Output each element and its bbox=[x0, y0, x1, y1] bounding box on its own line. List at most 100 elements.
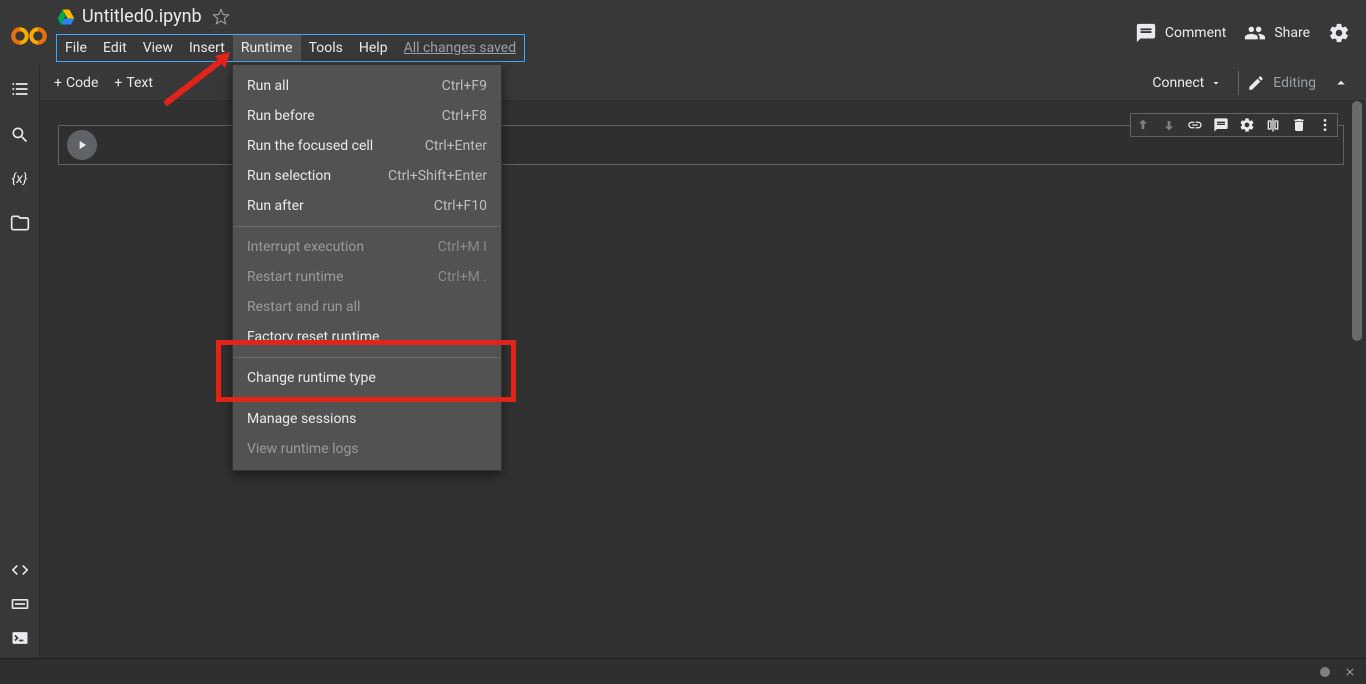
pencil-icon bbox=[1247, 74, 1265, 92]
search-icon[interactable] bbox=[10, 125, 30, 145]
editing-label: Editing bbox=[1273, 75, 1316, 91]
cell-toolbar bbox=[1130, 113, 1338, 137]
connect-label: Connect bbox=[1152, 75, 1204, 91]
label: View runtime logs bbox=[247, 441, 359, 457]
shortcut: Ctrl+F10 bbox=[434, 198, 487, 214]
label: Restart and run all bbox=[247, 299, 360, 315]
menu-run-selection[interactable]: Run selection Ctrl+Shift+Enter bbox=[233, 161, 501, 191]
label: Run before bbox=[247, 108, 315, 124]
label: Run selection bbox=[247, 168, 331, 184]
menu-run-before[interactable]: Run before Ctrl+F8 bbox=[233, 101, 501, 131]
header-right: Comment Share bbox=[1135, 0, 1356, 65]
delete-icon[interactable] bbox=[1291, 117, 1307, 133]
run-button[interactable] bbox=[67, 130, 97, 160]
menu-view-runtime-logs: View runtime logs bbox=[233, 434, 501, 464]
comment-icon bbox=[1135, 22, 1157, 44]
label: Interrupt execution bbox=[247, 239, 364, 255]
separator bbox=[233, 226, 501, 227]
code-snippets-icon[interactable] bbox=[10, 560, 30, 580]
menu-factory-reset[interactable]: Factory reset runtime bbox=[233, 322, 501, 352]
files-icon[interactable] bbox=[10, 213, 30, 233]
title-row: Untitled0.ipynb bbox=[52, 2, 1135, 32]
collapse-button[interactable] bbox=[1328, 70, 1354, 96]
settings-button[interactable] bbox=[1328, 22, 1350, 44]
close-icon[interactable] bbox=[1344, 666, 1356, 678]
shortcut: Ctrl+Enter bbox=[425, 138, 487, 154]
toolbar: + Code + Text Connect Editing bbox=[0, 65, 1366, 101]
cell-settings-icon[interactable] bbox=[1239, 117, 1255, 133]
add-comment-icon[interactable] bbox=[1213, 117, 1229, 133]
shortcut: Ctrl+F8 bbox=[442, 108, 487, 124]
menu-edit[interactable]: Edit bbox=[95, 35, 135, 61]
shortcut: Ctrl+M . bbox=[438, 269, 487, 285]
label: Factory reset runtime bbox=[247, 329, 379, 345]
mirror-cell-icon[interactable] bbox=[1265, 117, 1281, 133]
menu-runtime[interactable]: Runtime bbox=[233, 35, 301, 61]
plus-icon: + bbox=[54, 75, 62, 91]
text-label: Text bbox=[126, 75, 153, 91]
add-code-button[interactable]: + Code bbox=[46, 71, 106, 95]
share-icon bbox=[1244, 22, 1266, 44]
shortcut: Ctrl+Shift+Enter bbox=[388, 168, 487, 184]
status-icon bbox=[1320, 667, 1330, 677]
menu-restart-run-all: Restart and run all bbox=[233, 292, 501, 322]
menu-restart: Restart runtime Ctrl+M . bbox=[233, 262, 501, 292]
scrollbar[interactable] bbox=[1352, 101, 1364, 658]
menu-help[interactable]: Help bbox=[351, 35, 396, 61]
bottom-bar bbox=[0, 658, 1366, 684]
document-title[interactable]: Untitled0.ipynb bbox=[82, 6, 202, 27]
menu-view[interactable]: View bbox=[135, 35, 181, 61]
menubar-highlight: File Edit View Insert Runtime Tools Help… bbox=[56, 34, 525, 62]
move-up-icon[interactable] bbox=[1135, 117, 1151, 133]
save-status[interactable]: All changes saved bbox=[396, 35, 525, 61]
play-icon bbox=[75, 138, 89, 152]
chevron-up-icon bbox=[1332, 74, 1350, 92]
toc-icon[interactable] bbox=[10, 79, 30, 99]
plus-icon: + bbox=[114, 75, 122, 91]
label: Run the focused cell bbox=[247, 138, 373, 154]
more-icon[interactable] bbox=[1317, 117, 1333, 133]
menu-run-all[interactable]: Run all Ctrl+F9 bbox=[233, 71, 501, 101]
share-label: Share bbox=[1274, 25, 1310, 41]
move-down-icon[interactable] bbox=[1161, 117, 1177, 133]
terminal-icon[interactable] bbox=[10, 628, 30, 648]
label: Run after bbox=[247, 198, 304, 214]
menu-change-runtime-type[interactable]: Change runtime type bbox=[233, 363, 501, 393]
runtime-dropdown: Run all Ctrl+F9 Run before Ctrl+F8 Run t… bbox=[232, 64, 502, 471]
comment-label: Comment bbox=[1165, 25, 1226, 41]
colab-logo[interactable] bbox=[6, 0, 52, 65]
connect-button[interactable]: Connect bbox=[1144, 71, 1230, 95]
label: Run all bbox=[247, 78, 289, 94]
menu-insert[interactable]: Insert bbox=[181, 35, 233, 61]
variables-icon[interactable]: {x} bbox=[12, 171, 28, 187]
drive-icon bbox=[56, 7, 76, 27]
separator bbox=[233, 357, 501, 358]
menu-manage-sessions[interactable]: Manage sessions bbox=[233, 404, 501, 434]
label: Restart runtime bbox=[247, 269, 344, 285]
gear-icon bbox=[1328, 22, 1350, 44]
separator bbox=[1238, 71, 1239, 95]
menu-tools[interactable]: Tools bbox=[301, 35, 351, 61]
command-palette-icon[interactable] bbox=[10, 594, 30, 614]
link-icon[interactable] bbox=[1187, 117, 1203, 133]
scrollbar-thumb[interactable] bbox=[1352, 101, 1362, 341]
label: Change runtime type bbox=[247, 370, 376, 386]
shortcut: Ctrl+M I bbox=[438, 239, 487, 255]
add-text-button[interactable]: + Text bbox=[106, 71, 161, 95]
editing-mode[interactable]: Editing bbox=[1247, 74, 1316, 92]
star-icon[interactable] bbox=[212, 8, 230, 26]
separator bbox=[233, 398, 501, 399]
share-button[interactable]: Share bbox=[1244, 22, 1310, 44]
menubar: File Edit View Insert Runtime Tools Help… bbox=[52, 32, 1135, 64]
shortcut: Ctrl+F9 bbox=[442, 78, 487, 94]
header-center: Untitled0.ipynb File Edit View Insert Ru… bbox=[52, 0, 1135, 65]
caret-down-icon bbox=[1210, 77, 1222, 89]
comment-button[interactable]: Comment bbox=[1135, 22, 1226, 44]
label: Manage sessions bbox=[247, 411, 356, 427]
left-rail-bottom bbox=[0, 560, 39, 648]
header: Untitled0.ipynb File Edit View Insert Ru… bbox=[0, 0, 1366, 65]
menu-file[interactable]: File bbox=[57, 35, 95, 61]
menu-run-after[interactable]: Run after Ctrl+F10 bbox=[233, 191, 501, 221]
menu-run-focused[interactable]: Run the focused cell Ctrl+Enter bbox=[233, 131, 501, 161]
code-label: Code bbox=[66, 75, 98, 91]
